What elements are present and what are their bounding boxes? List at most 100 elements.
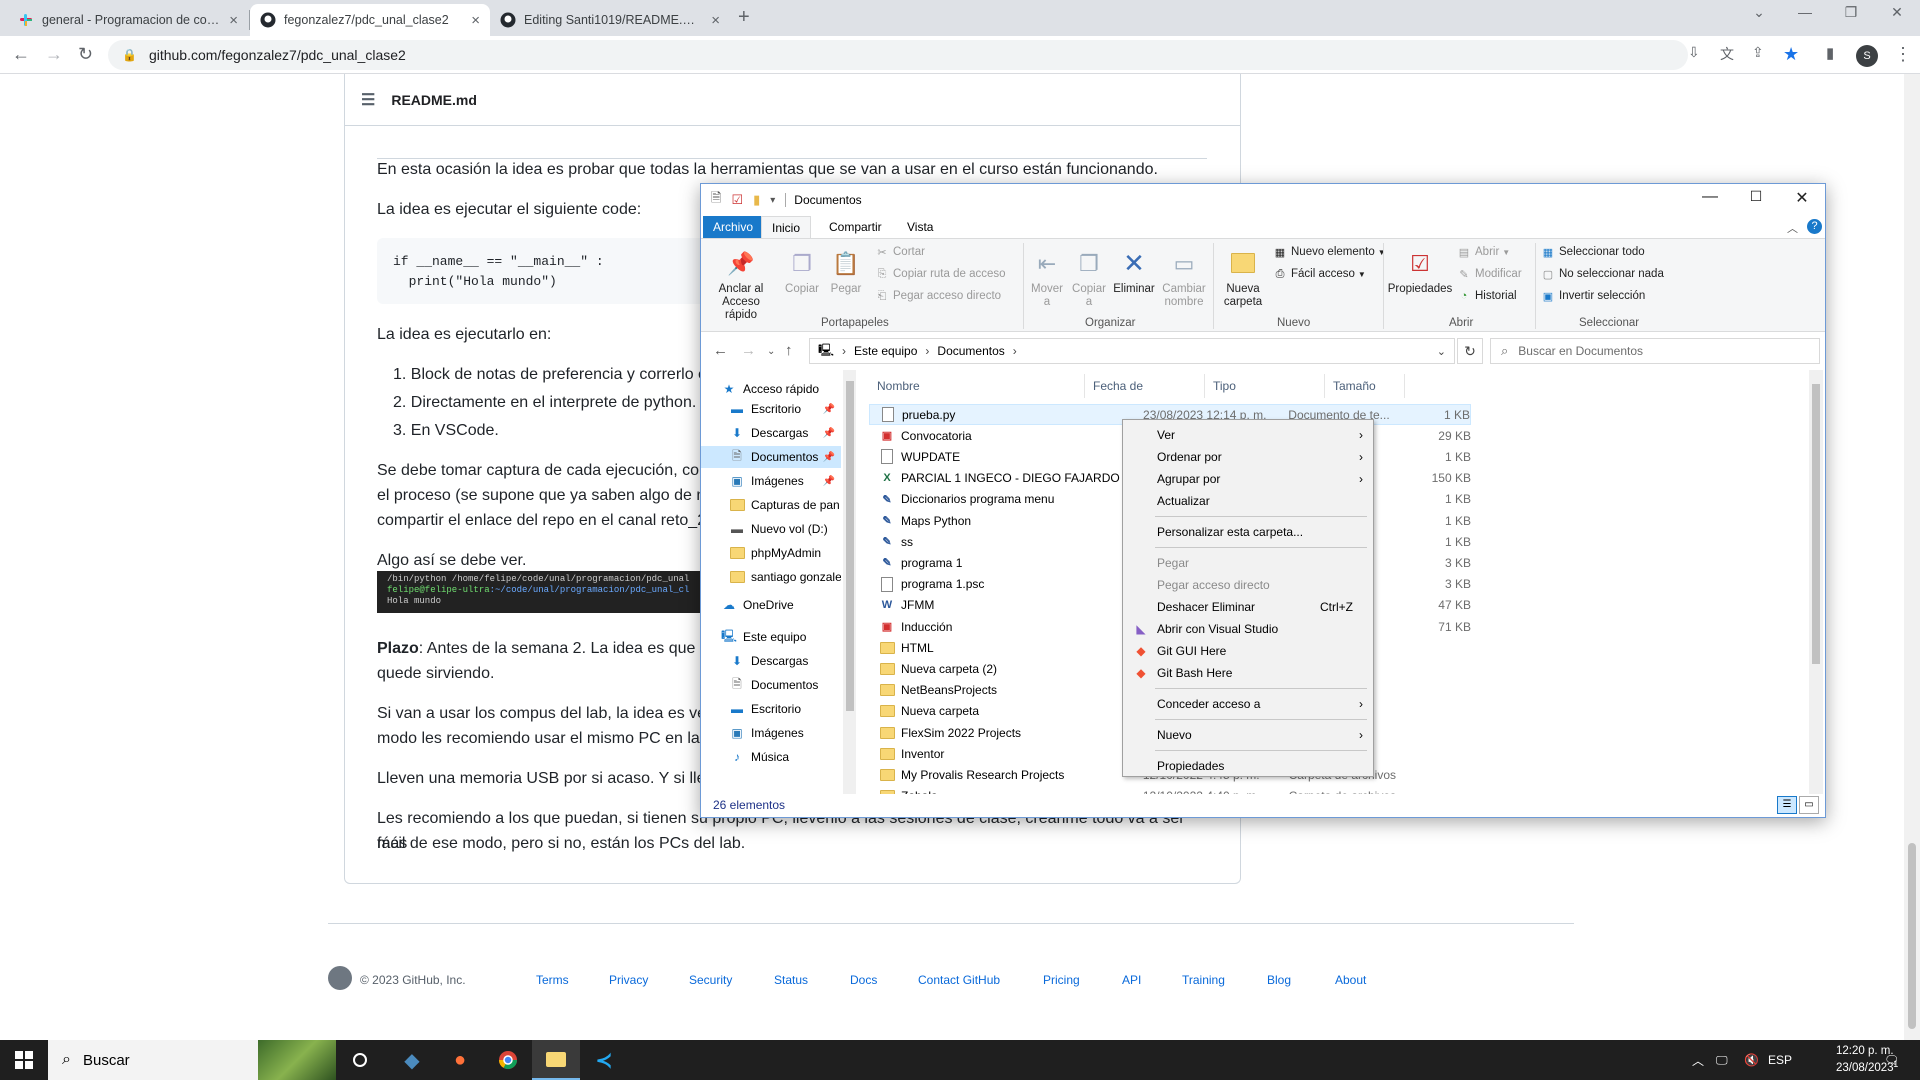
check-quick-icon[interactable]: ☑ — [731, 192, 743, 208]
explorer-titlebar[interactable]: 🗎 ☑ ▮ ▾ Documentos — ☐ ✕ — [701, 184, 1825, 216]
easy-access-button[interactable]: ⎙ Fácil acceso ▼ — [1273, 267, 1366, 281]
minimize-icon[interactable]: — — [1687, 188, 1733, 206]
context-menu-item[interactable]: Actualizar — [1123, 490, 1373, 512]
address-dropdown-icon[interactable]: ⌄ — [1437, 345, 1446, 358]
translate-icon[interactable]: 文 — [1720, 44, 1734, 64]
search-highlight-image[interactable] — [258, 1040, 336, 1080]
nav-item[interactable]: phpMyAdmin — [701, 542, 841, 564]
paste-button[interactable]: 📋 Pegar — [825, 247, 867, 296]
column-tamano[interactable]: Tamaño — [1325, 374, 1405, 398]
close-window-icon[interactable]: ✕ — [1874, 4, 1920, 21]
file-row[interactable]: Zabala12/10/2022 4:40 p. m.Carpeta de ar… — [869, 786, 1471, 794]
menu-dots-icon[interactable]: ⋮ — [1894, 44, 1912, 65]
footer-link-api[interactable]: API — [1122, 973, 1141, 987]
cut-button[interactable]: ✂ Cortar — [875, 245, 925, 259]
file-explorer-icon[interactable] — [532, 1040, 580, 1080]
context-menu-item[interactable]: Nuevo › — [1123, 724, 1373, 746]
pin-icon[interactable]: 📌 — [823, 452, 835, 463]
tray-chevron-icon[interactable]: ︿ — [1692, 1040, 1704, 1080]
context-menu-item[interactable]: ◣ Abrir con Visual Studio — [1123, 618, 1373, 640]
invert-selection-button[interactable]: ▣ Invertir selección — [1541, 289, 1646, 303]
nav-item[interactable]: ▣ Imágenes 📌 — [701, 470, 841, 492]
folder-quick-icon[interactable]: ▮ — [753, 192, 760, 208]
explorer-search[interactable]: ⌕ Buscar en Documentos — [1490, 338, 1820, 364]
close-tab-icon[interactable]: × — [711, 12, 720, 29]
context-menu-item[interactable]: Pegar — [1123, 552, 1373, 574]
move-to-button[interactable]: ⇤ Mover a — [1027, 247, 1067, 309]
pin-icon[interactable]: 📌 — [823, 428, 835, 439]
properties-quick-icon[interactable]: 🗎 — [711, 189, 721, 211]
paste-shortcut-button[interactable]: ⎗ Pegar acceso directo — [875, 289, 1001, 303]
address-bar[interactable]: 🔒 github.com/fegonzalez7/pdc_unal_clase2 — [108, 40, 1688, 70]
context-menu-item[interactable]: ◆ Git Bash Here — [1123, 662, 1373, 684]
history-button[interactable]: ◔ Historial — [1457, 289, 1517, 303]
footer-link-docs[interactable]: Docs — [850, 973, 877, 987]
context-menu-item[interactable]: Conceder acceso a › — [1123, 693, 1373, 715]
nav-item[interactable]: ▬ Escritorio 📌 — [701, 398, 841, 420]
list-scrollbar-thumb[interactable] — [1812, 384, 1820, 664]
large-icons-view-icon[interactable]: ▭ — [1799, 796, 1819, 814]
context-menu-item[interactable]: Personalizar esta carpeta... — [1123, 521, 1373, 543]
close-tab-icon[interactable]: × — [229, 12, 238, 29]
context-menu-item[interactable]: Agrupar por › — [1123, 468, 1373, 490]
context-menu-item[interactable]: Ver › — [1123, 424, 1373, 446]
nav-item[interactable]: ▣ Imágenes — [701, 722, 841, 744]
copy-path-button[interactable]: ⎘ Copiar ruta de acceso — [875, 267, 1006, 281]
column-tipo[interactable]: Tipo — [1205, 374, 1325, 398]
footer-link-pricing[interactable]: Pricing — [1043, 973, 1080, 987]
open-button[interactable]: ▤ Abrir ▼ — [1457, 245, 1510, 259]
footer-link-status[interactable]: Status — [774, 973, 808, 987]
restore-icon[interactable]: ❐ — [1828, 4, 1874, 21]
tab-compartir[interactable]: Compartir — [819, 216, 892, 238]
context-menu-item[interactable]: Pegar acceso directo — [1123, 574, 1373, 596]
outline-list-icon[interactable]: ☰ — [361, 90, 375, 110]
back-icon[interactable]: ← — [713, 342, 728, 359]
column-nombre[interactable]: Nombre — [869, 374, 1085, 398]
new-tab-icon[interactable]: + — [738, 6, 750, 29]
nav-item[interactable]: Capturas de pan — [701, 494, 841, 516]
context-menu-item[interactable]: Propiedades — [1123, 755, 1373, 777]
profile-avatar[interactable]: S — [1856, 45, 1878, 67]
install-icon[interactable]: ⇩ — [1688, 44, 1700, 61]
properties-button[interactable]: ☑ Propiedades — [1387, 247, 1453, 296]
bookmark-star-icon[interactable]: ★ — [1783, 44, 1799, 65]
notifications-icon[interactable]: 🗨 1 — [1884, 1040, 1899, 1080]
nav-item[interactable]: ⬇ Descargas — [701, 650, 841, 672]
tab-vista[interactable]: Vista — [897, 216, 943, 238]
delete-button[interactable]: ✕ Eliminar — [1111, 247, 1157, 296]
tab-github-repo[interactable]: fegonzalez7/pdc_unal_clase2 × — [250, 4, 490, 36]
footer-link-about[interactable]: About — [1335, 973, 1366, 987]
footer-link-training[interactable]: Training — [1182, 973, 1225, 987]
vscode-icon[interactable]: ≺ — [580, 1040, 628, 1080]
up-icon[interactable]: ↑ — [785, 342, 793, 359]
firefox-icon[interactable]: ● — [436, 1040, 484, 1080]
new-item-button[interactable]: ▦ Nuevo elemento ▼ — [1273, 245, 1386, 259]
close-window-icon[interactable]: ✕ — [1779, 188, 1825, 208]
close-tab-icon[interactable]: × — [471, 12, 480, 29]
help-icon[interactable]: ? — [1807, 219, 1822, 234]
github-logo-icon[interactable] — [328, 966, 352, 990]
share-icon[interactable]: ⇪ — [1752, 44, 1764, 61]
minimize-icon[interactable]: — — [1782, 4, 1828, 20]
chrome-icon[interactable] — [484, 1040, 532, 1080]
context-menu-item[interactable]: ◆ Git GUI Here — [1123, 640, 1373, 662]
copy-to-button[interactable]: ❐ Copiar a — [1069, 247, 1109, 309]
context-menu-item[interactable]: Deshacer Eliminar Ctrl+Z — [1123, 596, 1373, 618]
column-fecha[interactable]: Fecha de modificación — [1085, 374, 1205, 417]
tab-search-chevron-icon[interactable]: ⌄ — [1736, 4, 1782, 21]
new-folder-button[interactable]: Nueva carpeta — [1217, 247, 1269, 309]
pin-icon[interactable]: 📌 — [823, 476, 835, 487]
task-view-icon[interactable] — [336, 1040, 384, 1080]
volume-icon[interactable]: 🔇 — [1744, 1040, 1759, 1080]
quick-access-dropdown-icon[interactable]: ▾ — [770, 195, 775, 206]
footer-link-privacy[interactable]: Privacy — [609, 973, 648, 987]
refresh-icon[interactable]: ↻ — [1457, 338, 1483, 364]
nav-item[interactable]: ♪ Música — [701, 746, 841, 768]
nav-item[interactable]: 🗎 Documentos 📌 — [701, 446, 841, 468]
language-indicator[interactable]: ESP — [1768, 1040, 1792, 1080]
explorer-address-bar[interactable]: 🖳 › Este equipo › Documentos › ⌄ — [809, 338, 1455, 364]
tab-slack[interactable]: general - Programacion de comp × — [8, 4, 248, 36]
forward-icon[interactable]: → — [741, 342, 756, 359]
network-icon[interactable]: 🖵 — [1716, 1040, 1728, 1080]
footer-link-contact[interactable]: Contact GitHub — [918, 973, 1000, 987]
